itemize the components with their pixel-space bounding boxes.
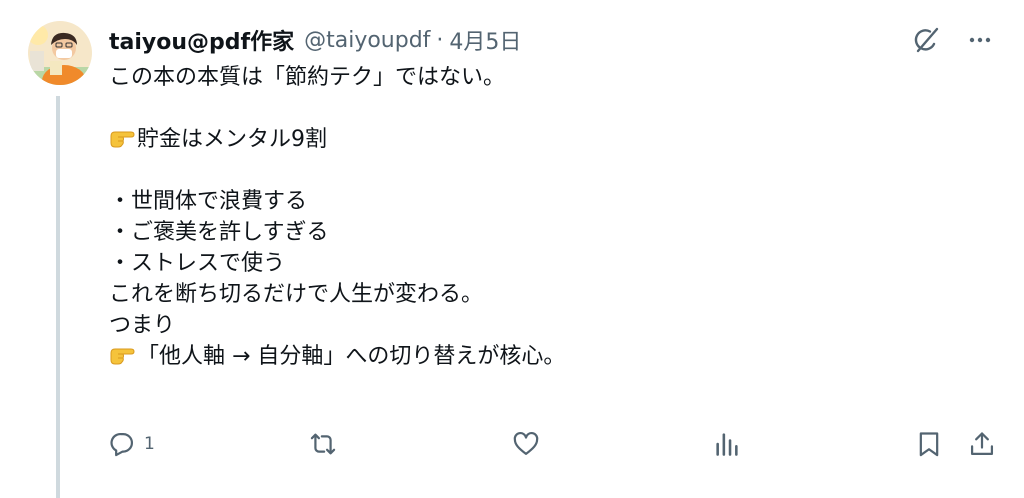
- share-icon: [970, 432, 994, 456]
- tweet-line: ・ご褒美を許しすぎる: [109, 217, 989, 248]
- reply-button[interactable]: 1: [108, 426, 155, 462]
- views-icon: [716, 433, 738, 456]
- share-button[interactable]: [968, 426, 996, 462]
- top-icons: [910, 24, 996, 56]
- bookmark-button[interactable]: [915, 426, 943, 462]
- tweet-text: この本の本質は「節約テク」ではない。 貯金はメンタル9割 ・世間体で浪費する ・…: [109, 62, 989, 372]
- views-button[interactable]: [713, 426, 741, 462]
- tweet-line-text: ・ストレスで使う: [109, 251, 286, 276]
- tweet-line-text: 「他人軸 → 自分軸」への切り替えが核心。: [137, 344, 566, 369]
- tweet-line: ・ストレスで使う: [109, 248, 989, 279]
- tweet-line-text: これを断ち切るだけで人生が変わる。: [109, 282, 484, 307]
- like-icon: [513, 431, 539, 456]
- more-icon[interactable]: [964, 24, 996, 56]
- tweet-line: 貯金はメンタル9割: [109, 124, 989, 155]
- tweet-line-text: 貯金はメンタル9割: [137, 127, 327, 152]
- tweet-line-text: この本の本質は「節約テク」ではない。: [109, 65, 506, 90]
- retweet-icon: [310, 433, 336, 455]
- display-name[interactable]: taiyou@pdf作家: [109, 24, 294, 56]
- grok-icon[interactable]: [910, 24, 942, 56]
- reply-icon: [110, 432, 134, 457]
- retweet-button[interactable]: [309, 426, 337, 462]
- action-bar: 1: [0, 426, 1024, 462]
- point-right-emoji: [109, 127, 135, 149]
- avatar[interactable]: [28, 21, 92, 85]
- tweet-line: ・世間体で浪費する: [109, 186, 989, 217]
- tweet-line: これを断ち切るだけで人生が変わる。: [109, 279, 989, 310]
- tweet-date[interactable]: 4月5日: [449, 24, 521, 56]
- tweet-line-text: ・ご褒美を許しすぎる: [109, 220, 329, 245]
- bookmark-icon: [919, 432, 939, 457]
- like-button[interactable]: [512, 426, 540, 462]
- reply-count: 1: [144, 434, 155, 454]
- user-handle[interactable]: @taiyoupdf: [304, 28, 430, 53]
- point-right-emoji: [109, 344, 135, 366]
- tweet-line: つまり: [109, 310, 989, 341]
- tweet-line-text: つまり: [109, 313, 176, 338]
- tweet-line: 「他人軸 → 自分軸」への切り替えが核心。: [109, 341, 989, 372]
- separator: ·: [436, 27, 444, 53]
- tweet-header: taiyou@pdf作家 @taiyoupdf · 4月5日: [109, 24, 521, 56]
- tweet-line: この本の本質は「節約テク」ではない。: [109, 62, 989, 93]
- tweet: taiyou@pdf作家 @taiyoupdf · 4月5日 この本の本質は「節…: [0, 0, 1024, 498]
- tweet-line-text: ・世間体で浪費する: [109, 189, 308, 214]
